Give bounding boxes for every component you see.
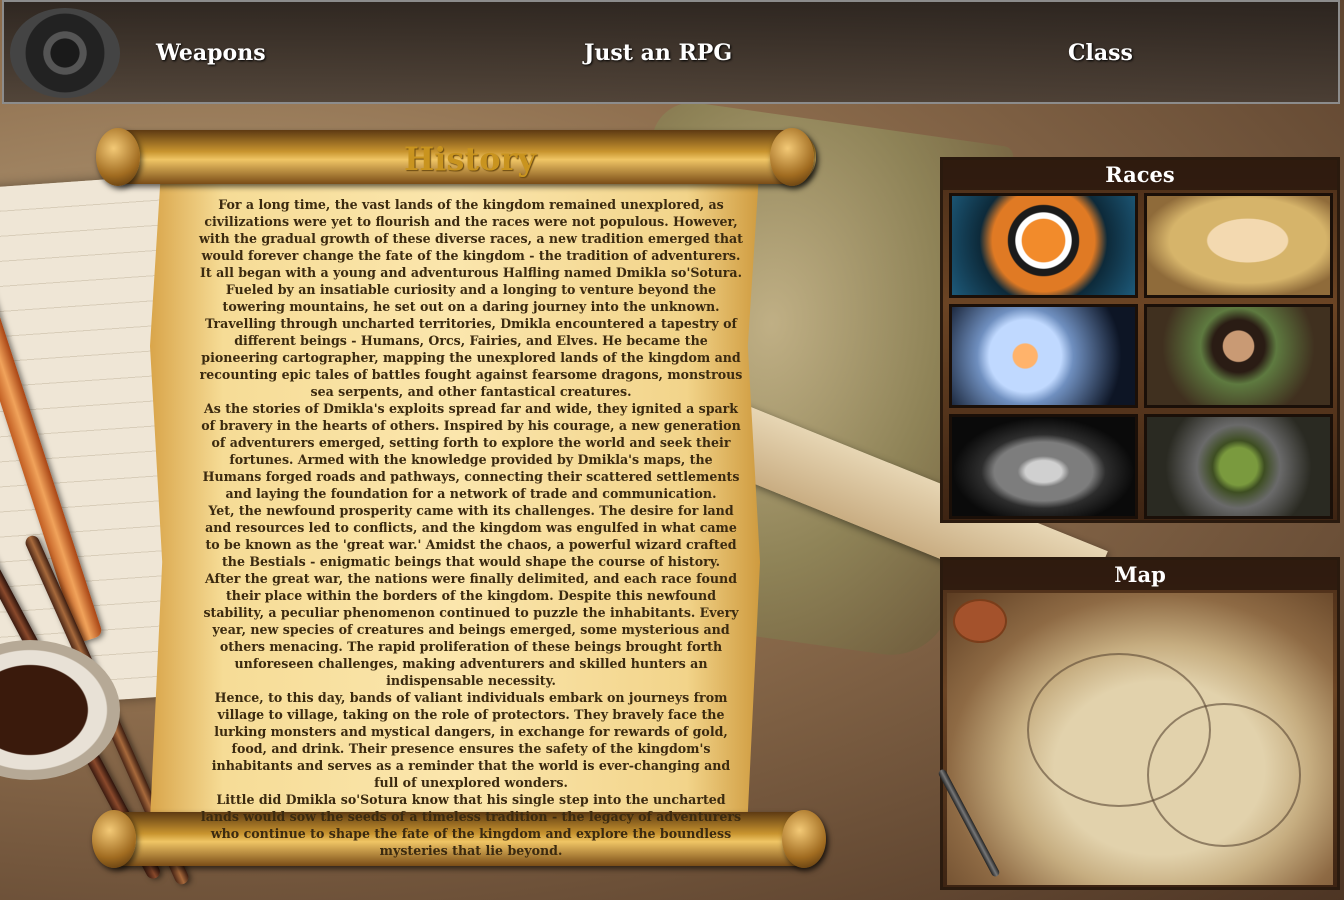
races-title: Races [943,160,1337,190]
history-paragraph: Hence, to this day, bands of valiant ind… [211,690,731,790]
races-panel: Races [940,157,1340,523]
history-title: History [404,140,536,178]
navbar-decoration [10,8,120,98]
history-paragraph: As the stories of Dmikla's exploits spre… [201,401,741,501]
history-paragraph: Yet, the newfound prosperity came with i… [205,503,737,569]
history-paragraph: After the great war, the nations were fi… [203,571,739,688]
history-text: For a long time, the vast lands of the k… [198,196,744,859]
nav-weapons-link[interactable]: Weapons [156,40,266,66]
map-image[interactable] [937,593,1333,885]
history-paragraph: For a long time, the vast lands of the k… [199,197,743,263]
halfling-image[interactable] [1144,303,1333,409]
scroll-knob [782,810,826,868]
races-grid [949,193,1333,519]
nav-class-link[interactable]: Class [1068,40,1133,66]
map-panel: Map [937,557,1340,890]
elf-image[interactable] [1144,193,1333,298]
map-quill [937,768,1001,878]
map-title: Map [943,560,1337,590]
scroll-knob [96,128,140,186]
tiger-bestial-image[interactable] [949,193,1138,298]
human-knight-image[interactable] [949,414,1138,519]
map-ink-bowl [953,599,1007,643]
top-navbar: Weapons Just an RPG Class [2,0,1340,104]
scroll-knob [92,810,136,868]
orc-image[interactable] [1144,414,1333,519]
history-paragraph: It all began with a young and adventurou… [199,265,743,399]
history-paragraph: Little did Dmikla so'Sotura know that hi… [200,792,742,858]
nav-home-title[interactable]: Just an RPG [584,40,732,66]
map-contour [1147,703,1301,847]
fairy-image[interactable] [949,303,1138,409]
